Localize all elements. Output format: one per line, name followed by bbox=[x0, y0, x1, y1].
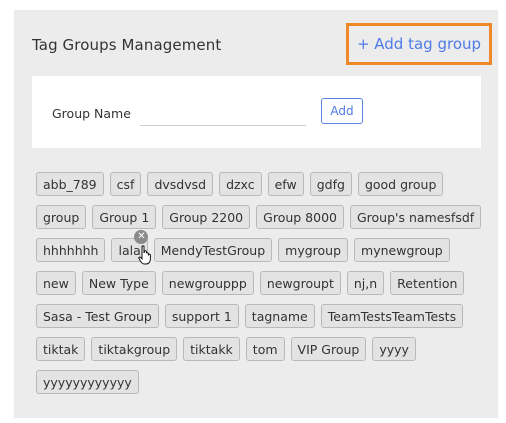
tag-chip[interactable]: efw bbox=[267, 172, 304, 196]
tag-chip[interactable]: abb_789 bbox=[36, 172, 104, 196]
close-icon[interactable]: ✕ bbox=[134, 230, 149, 244]
tag-label: hhhhhhh bbox=[43, 242, 99, 258]
group-name-input[interactable] bbox=[140, 104, 306, 126]
tag-label: Group 8000 bbox=[263, 209, 337, 225]
tag-chip[interactable]: gdfg bbox=[309, 172, 352, 196]
tag-chip[interactable]: MendyTestGroup bbox=[153, 238, 273, 262]
tag-chip[interactable]: nj,n bbox=[346, 271, 385, 295]
tag-label: tiktakk bbox=[190, 341, 233, 357]
tag-label: tiktak bbox=[43, 341, 79, 357]
tag-chip[interactable]: tiktak bbox=[36, 337, 86, 361]
add-tag-group-link[interactable]: + Add tag group bbox=[346, 23, 492, 65]
tag-groups-panel: Tag Groups Management + Add tag group Gr… bbox=[14, 10, 498, 418]
tag-chip[interactable]: dvsdvsd bbox=[147, 172, 214, 196]
tag-label: new bbox=[43, 275, 69, 291]
tag-chip[interactable]: dzxc bbox=[219, 172, 262, 196]
tag-chip[interactable]: group bbox=[36, 205, 87, 229]
tag-label: Group 1 bbox=[99, 209, 150, 225]
tag-label: newgroupt bbox=[266, 275, 334, 291]
page-title: Tag Groups Management bbox=[32, 36, 222, 54]
tag-label: group bbox=[43, 209, 80, 225]
tag-label: dzxc bbox=[226, 176, 255, 192]
tag-chip[interactable]: mynewgroup bbox=[354, 238, 450, 262]
tag-label: TeamTestsTeamTests bbox=[327, 308, 457, 324]
tag-chip[interactable]: VIP Group bbox=[290, 337, 367, 361]
tag-chip[interactable]: New Type bbox=[81, 271, 156, 295]
tag-label: yyyyyyyyyyyy bbox=[43, 374, 132, 390]
tag-chip[interactable]: Group's namesfsdf bbox=[349, 205, 482, 229]
tag-chip[interactable]: hhhhhhh bbox=[36, 238, 106, 262]
tag-label: support 1 bbox=[171, 308, 232, 324]
tag-chip[interactable]: good group bbox=[357, 172, 444, 196]
tag-chip[interactable]: mygroup bbox=[278, 238, 349, 262]
add-group-form: Group Name Add bbox=[32, 76, 481, 148]
group-name-label: Group Name bbox=[52, 106, 131, 121]
tag-chip[interactable]: tiktakgroup bbox=[91, 337, 178, 361]
tag-label: yyyy bbox=[379, 341, 409, 357]
tag-label: Retention bbox=[397, 275, 458, 291]
tag-chip[interactable]: newgroupt bbox=[259, 271, 341, 295]
tag-chip[interactable]: yyyy bbox=[372, 337, 416, 361]
tag-label: newgrouppp bbox=[168, 275, 247, 291]
tag-chip[interactable]: Retention bbox=[390, 271, 465, 295]
tag-label: MendyTestGroup bbox=[160, 242, 266, 258]
tag-chip[interactable]: Group 1 bbox=[92, 205, 157, 229]
tag-chip[interactable]: Group 2200 bbox=[162, 205, 251, 229]
tag-label: Group 2200 bbox=[169, 209, 244, 225]
tag-chip[interactable]: support 1 bbox=[164, 304, 239, 328]
tag-chip[interactable]: tagname bbox=[244, 304, 315, 328]
tag-label: Sasa - Test Group bbox=[43, 308, 152, 324]
tag-chip[interactable]: yyyyyyyyyyyy bbox=[36, 370, 139, 394]
tag-label: New Type bbox=[88, 275, 149, 291]
tag-label: abb_789 bbox=[43, 176, 97, 192]
tag-chip[interactable]: tom bbox=[245, 337, 285, 361]
tag-label: gdfg bbox=[316, 176, 345, 192]
tag-label: mygroup bbox=[285, 242, 342, 258]
tag-label: csf bbox=[116, 176, 135, 192]
tag-label: good group bbox=[364, 176, 437, 192]
tag-chip[interactable]: Group 8000 bbox=[256, 205, 344, 229]
tag-chip[interactable]: Sasa - Test Group bbox=[36, 304, 159, 328]
tag-label: nj,n bbox=[353, 275, 378, 291]
add-button[interactable]: Add bbox=[321, 98, 363, 124]
tag-label: Group's namesfsdf bbox=[356, 209, 475, 225]
tag-chip[interactable]: lala ✕ bbox=[111, 230, 152, 265]
tag-label: mynewgroup bbox=[361, 242, 443, 258]
tag-label: tagname bbox=[251, 308, 308, 324]
tag-label: tiktakgroup bbox=[98, 341, 171, 357]
tag-label: VIP Group bbox=[297, 341, 360, 357]
tag-list: abb_789 csf dvsdvsd dzxc efw gdfg good group gr… bbox=[36, 172, 486, 394]
tag-label: tom bbox=[252, 341, 278, 357]
tag-label: lala bbox=[118, 242, 141, 258]
tag-chip[interactable]: newgrouppp bbox=[161, 271, 254, 295]
tag-label: efw bbox=[274, 176, 297, 192]
tag-chip[interactable]: TeamTestsTeamTests bbox=[320, 304, 464, 328]
tag-label: dvsdvsd bbox=[154, 176, 207, 192]
tag-chip[interactable]: csf bbox=[109, 172, 142, 196]
tag-chip[interactable]: new bbox=[36, 271, 76, 295]
tag-chip[interactable]: tiktakk bbox=[183, 337, 240, 361]
